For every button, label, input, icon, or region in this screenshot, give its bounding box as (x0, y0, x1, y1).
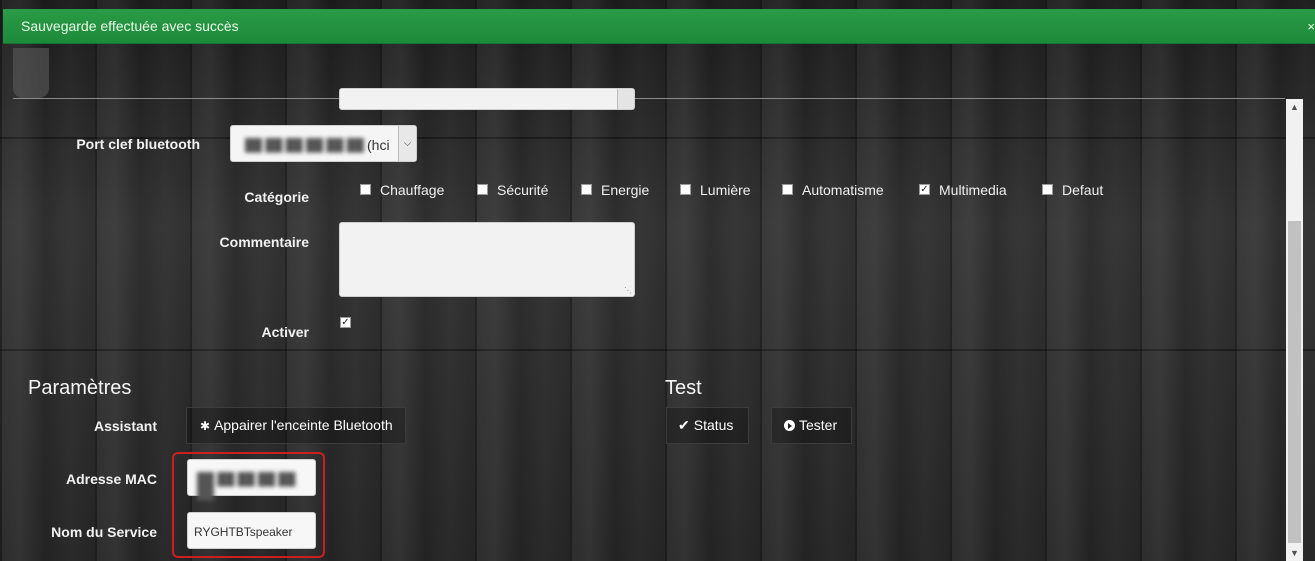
mac-address-input[interactable]: ██ ██ ██ ██ ██ ██ (187, 459, 316, 500)
bluetooth-icon: ✱ (200, 419, 211, 433)
checkbox-lumiere[interactable] (680, 184, 691, 195)
tab-corner (13, 48, 49, 98)
test-title: Test (665, 377, 702, 399)
mac-value-redacted: ██ ██ ██ ██ ██ ██ (197, 472, 296, 500)
checkbox-automatisme[interactable] (782, 184, 793, 195)
category-lumiere: Lumière (700, 182, 751, 198)
category-chauffage: Chauffage (380, 182, 445, 198)
tester-button[interactable]: Tester (771, 407, 852, 444)
checkbox-securite[interactable] (477, 184, 488, 195)
success-notification: Sauvegarde effectuée avec succès × (3, 9, 1315, 44)
play-circle-icon (784, 420, 795, 431)
pair-bluetooth-label: Appairer l'enceinte Bluetooth (214, 417, 393, 433)
service-name-value: RYGHTBTspeaker (194, 525, 293, 539)
tester-label: Tester (799, 417, 838, 433)
checkbox-activate[interactable]: ✓ (340, 317, 351, 328)
scrollbar-thumb[interactable] (1288, 221, 1301, 543)
category-automatisme: Automatisme (802, 182, 884, 198)
checkbox-energie[interactable] (581, 184, 592, 195)
comment-textarea[interactable]: ⋱ (339, 222, 635, 297)
assistant-label: Assistant (93, 418, 157, 434)
resize-grip-icon[interactable]: ⋱ (624, 286, 632, 295)
status-button[interactable]: ✔ Status (666, 407, 749, 444)
status-label: Status (693, 417, 734, 433)
close-icon[interactable]: × (1307, 19, 1315, 34)
scroll-down-icon[interactable]: ▼ (1286, 545, 1303, 561)
parametres-title: Paramètres (28, 377, 132, 399)
port-label: Port clef bluetooth (76, 136, 200, 152)
previous-select[interactable] (339, 88, 635, 110)
divider (13, 98, 1285, 99)
port-select[interactable]: ██ ██ ██ ██ ██ ██ (hci ⌵ (230, 125, 417, 162)
category-securite: Sécurité (497, 182, 549, 198)
checkbox-chauffage[interactable] (360, 184, 371, 195)
mac-label: Adresse MAC (65, 471, 157, 487)
port-value-redacted: ██ ██ ██ ██ ██ ██ (245, 138, 364, 152)
pair-bluetooth-button[interactable]: ✱ Appairer l'enceinte Bluetooth (186, 407, 406, 444)
chevron-down-icon (617, 89, 634, 109)
check-icon: ✔ (678, 417, 690, 433)
port-value-suffix: (hci (367, 137, 390, 153)
notification-text: Sauvegarde effectuée avec succès (21, 18, 239, 34)
chevron-down-icon[interactable]: ⌵ (398, 126, 416, 161)
scroll-up-icon[interactable]: ▲ (1286, 99, 1303, 115)
checkbox-multimedia[interactable]: ✓ (919, 184, 930, 195)
comment-label: Commentaire (219, 234, 309, 250)
service-label: Nom du Service (51, 524, 157, 540)
category-multimedia: Multimedia (939, 182, 1007, 198)
category-defaut: Defaut (1062, 182, 1104, 198)
activate-label: Activer (261, 324, 309, 340)
vertical-scrollbar[interactable]: ▲ ▼ (1286, 99, 1303, 561)
category-energie: Energie (601, 182, 650, 198)
checkbox-defaut[interactable] (1042, 184, 1053, 195)
category-label: Catégorie (244, 189, 309, 205)
service-name-input[interactable]: RYGHTBTspeaker (187, 512, 316, 549)
